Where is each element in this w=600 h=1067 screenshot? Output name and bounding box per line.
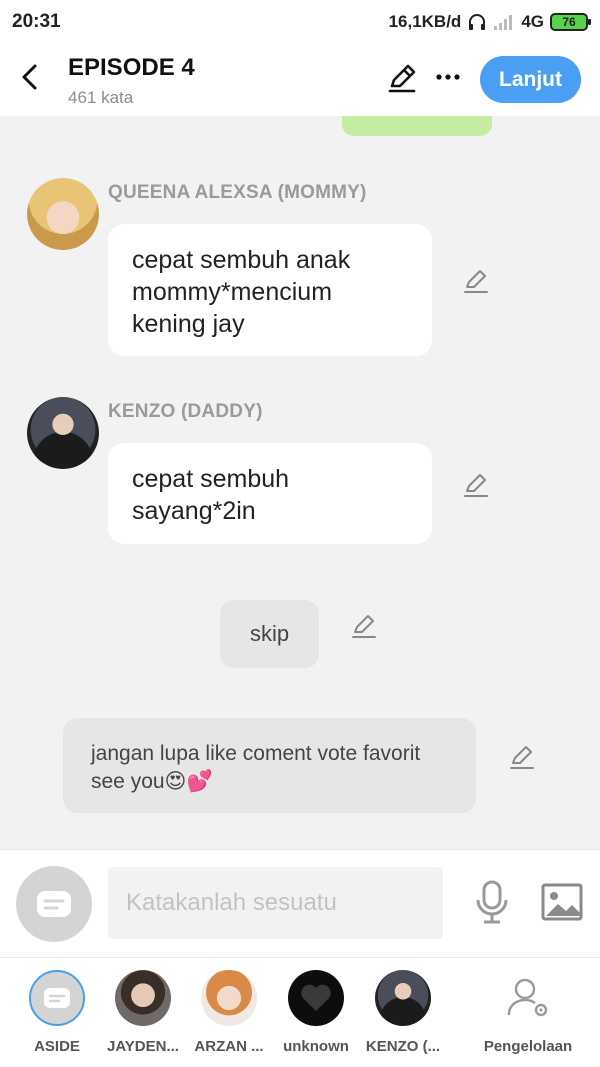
image-upload-button[interactable] (540, 882, 584, 922)
character-unknown[interactable]: unknown (271, 970, 361, 1055)
speaker-name: QUEENA ALEXSA (MOMMY) (108, 182, 367, 203)
aside-message-icon (44, 988, 70, 1008)
message-bubble[interactable]: cepat sembuh anak mommy*mencium kening j… (108, 224, 432, 356)
character-label: ASIDE (34, 1038, 80, 1055)
pencil-icon (464, 270, 488, 293)
character-label: unknown (283, 1038, 349, 1055)
character-kenzo[interactable]: KENZO (... (358, 970, 448, 1055)
avatar-kenzo[interactable] (27, 397, 99, 469)
status-bar: 20:31 16,1KB/d 4G 76 (0, 0, 600, 44)
edit-title-button[interactable] (386, 62, 418, 94)
heart-icon (301, 984, 331, 1011)
chat-area: QUEENA ALEXSA (MOMMY) cepat sembuh anak … (0, 116, 600, 849)
aside-avatar (29, 970, 85, 1026)
more-options-button[interactable] (434, 62, 462, 92)
avatar (115, 970, 171, 1026)
manage-characters-button[interactable]: Pengelolaan (478, 970, 578, 1055)
pencil-icon (510, 746, 534, 769)
word-count: 461 kata (68, 88, 134, 107)
input-bar (0, 849, 600, 957)
character-label: JAYDEN... (107, 1038, 179, 1055)
back-button[interactable] (14, 60, 44, 94)
headphones-icon (469, 14, 486, 30)
episode-title: EPISODE 4 (68, 54, 195, 81)
edit-skip-button[interactable] (350, 612, 378, 640)
speaker-name: KENZO (DADDY) (108, 401, 263, 422)
previous-message-bubble[interactable] (342, 116, 492, 136)
message-input[interactable] (108, 867, 443, 939)
character-label: ARZAN ... (194, 1038, 264, 1055)
aside-bubble[interactable]: jangan lupa like coment vote favorit see… (63, 718, 476, 813)
battery-icon: 76 (550, 13, 591, 31)
pencil-icon (464, 474, 488, 497)
image-icon (541, 883, 583, 921)
microphone-icon (476, 880, 508, 924)
status-right: 16,1KB/d 4G 76 (388, 12, 591, 32)
aside-toggle-button[interactable] (16, 866, 92, 942)
character-jayden[interactable]: JAYDEN... (98, 970, 188, 1055)
edit-message-button[interactable] (462, 471, 490, 499)
voice-input-button[interactable] (472, 880, 512, 924)
skip-bubble[interactable]: skip (220, 600, 319, 668)
message-bubble[interactable]: cepat sembuh sayang*2in (108, 443, 432, 544)
status-time: 20:31 (12, 11, 61, 32)
network-speed: 16,1KB/d (388, 12, 462, 31)
avatar (288, 970, 344, 1026)
next-button[interactable]: Lanjut (480, 56, 581, 103)
edit-message-button[interactable] (462, 267, 490, 295)
manage-label: Pengelolaan (483, 1038, 573, 1055)
character-arzan[interactable]: ARZAN ... (184, 970, 274, 1055)
avatar-queena[interactable] (27, 178, 99, 250)
character-bar: ASIDE JAYDEN... ARZAN ... unknown KENZO … (0, 957, 600, 1067)
chevron-left-icon (22, 64, 37, 90)
aside-message-icon (37, 891, 71, 917)
avatar (201, 970, 257, 1026)
pencil-icon (352, 615, 376, 638)
character-aside[interactable]: ASIDE (12, 970, 102, 1055)
avatar (375, 970, 431, 1026)
edit-aside-button[interactable] (508, 743, 536, 771)
top-bar: EPISODE 4 461 kata Lanjut (0, 44, 600, 116)
network-type: 4G (521, 12, 544, 31)
signal-icon (494, 15, 513, 30)
pencil-icon (388, 64, 416, 93)
character-label: KENZO (... (365, 1038, 441, 1055)
more-dots-icon (436, 74, 460, 80)
user-settings-icon (500, 970, 556, 1026)
